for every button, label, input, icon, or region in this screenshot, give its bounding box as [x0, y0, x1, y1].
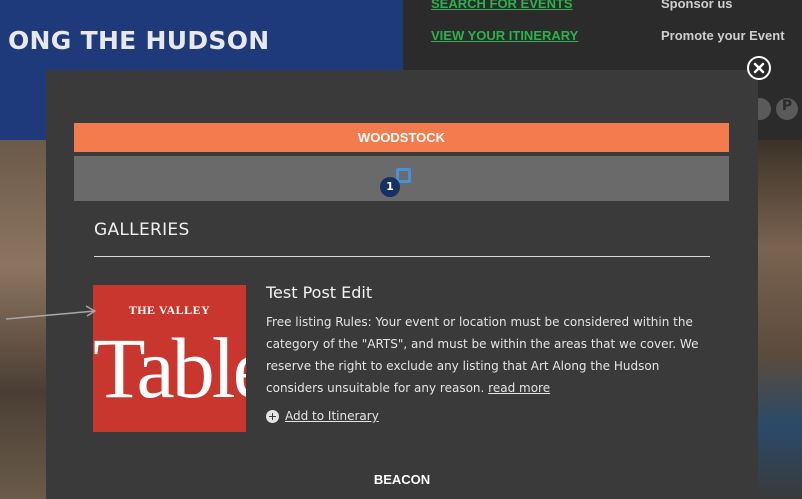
thumb-logo-word: Table [93, 320, 246, 416]
listing-thumbnail[interactable]: THE VALLEY Table [93, 285, 246, 432]
plus-circle-icon [266, 409, 279, 423]
close-icon[interactable] [747, 56, 771, 80]
read-more-link[interactable]: read more [488, 381, 550, 395]
listing-description-text: Free listing Rules: Your event or locati… [266, 315, 699, 395]
pinterest-icon[interactable]: P [776, 98, 798, 120]
background-photo-left [0, 140, 46, 499]
add-to-itinerary-button[interactable]: Add to Itinerary [266, 409, 379, 423]
nav-search-events[interactable]: SEARCH FOR EVENTS [431, 0, 573, 11]
section-divider [94, 256, 710, 257]
nav-sponsor-us[interactable]: Sponsor us [661, 0, 733, 11]
background-photo-right [758, 140, 802, 499]
location-bar-woodstock[interactable]: WOODSTOCK [74, 123, 729, 152]
listing-title[interactable]: Test Post Edit [266, 283, 372, 302]
close-x-glyph [753, 62, 765, 74]
location-heading-beacon[interactable]: BEACON [46, 472, 758, 487]
pin-count-badge: 1 [380, 177, 400, 197]
nav-view-itinerary[interactable]: VIEW YOUR ITINERARY [431, 28, 578, 43]
section-title-galleries: GALLERIES [94, 220, 190, 240]
map-pin-icon[interactable]: 1 [378, 165, 418, 197]
nav-promote-event[interactable]: Promote your Event [661, 28, 785, 43]
add-to-itinerary-label: Add to Itinerary [285, 409, 379, 423]
site-title[interactable]: ONG THE HUDSON [8, 26, 270, 55]
listing-description: Free listing Rules: Your event or locati… [266, 311, 714, 399]
